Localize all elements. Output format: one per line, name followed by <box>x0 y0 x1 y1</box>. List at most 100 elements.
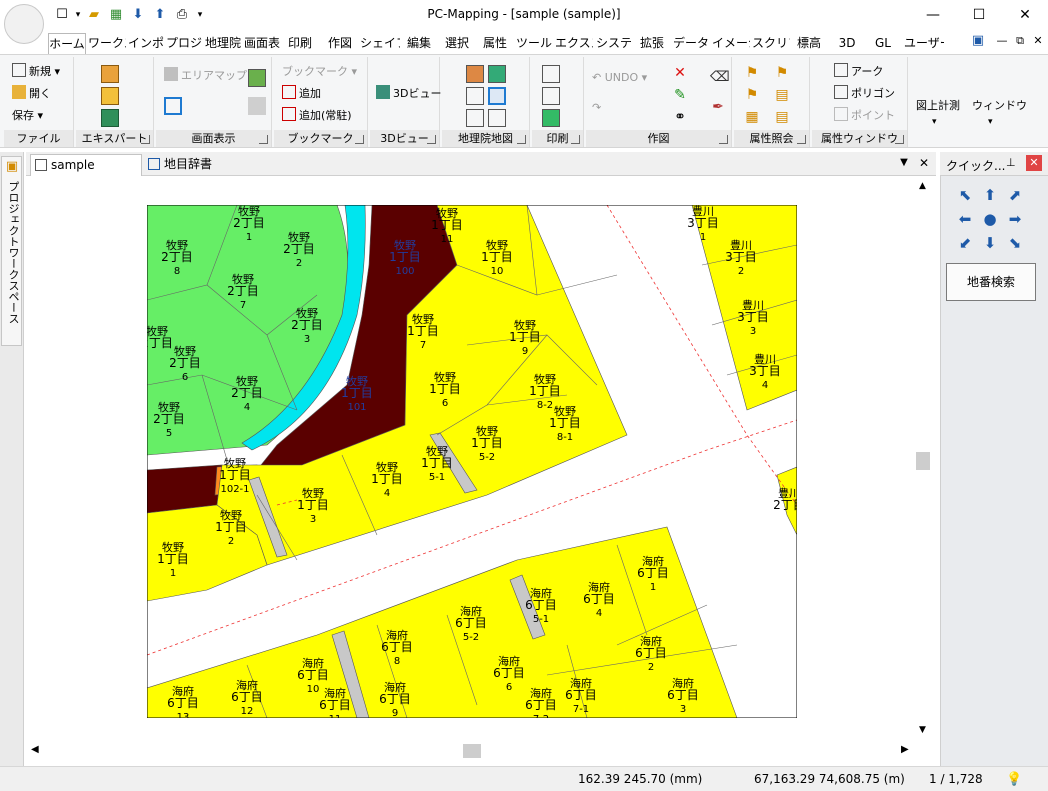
horizontal-scrollbar[interactable]: ◀ ▶ <box>27 742 914 760</box>
vertical-scroll-thumb[interactable] <box>916 452 930 470</box>
scroll-up-icon[interactable]: ▲ <box>919 181 926 191</box>
tab-extend[interactable]: 拡張 <box>635 33 669 54</box>
tab-tool[interactable]: ツール <box>516 33 552 54</box>
tab-user[interactable]: ユーザー <box>904 33 944 54</box>
box2-icon[interactable]: ▤ <box>774 109 790 125</box>
attr-window-launcher[interactable] <box>895 135 904 144</box>
gsi-grid-icon[interactable] <box>466 87 484 105</box>
scroll-down-icon[interactable]: ▼ <box>919 725 926 735</box>
tab-select[interactable]: 選択 <box>440 33 474 54</box>
doc-tab-dict[interactable]: 地目辞書 <box>144 154 220 176</box>
bookmark-add-resident-button[interactable]: 追加(常駐) <box>282 107 352 125</box>
pin-icon[interactable]: ⊥ <box>1006 156 1016 169</box>
new-button[interactable]: 新規 ▾ <box>12 63 60 81</box>
tab-draw[interactable]: 作図 <box>322 33 358 54</box>
group-measure[interactable]: 図上計測 ▾ <box>910 57 966 147</box>
lightbulb-icon[interactable]: 💡 <box>1006 772 1022 787</box>
vertical-scrollbar[interactable]: ▲ ▼ <box>914 177 932 742</box>
printer-icon[interactable] <box>542 109 560 127</box>
tab-list-dropdown-icon[interactable]: ▼ <box>896 155 912 171</box>
draw-launcher[interactable] <box>719 135 728 144</box>
fit-screen-icon[interactable] <box>164 97 182 115</box>
arc-button[interactable]: アーク <box>834 63 883 81</box>
pan-right-icon[interactable]: ➡ <box>1004 208 1026 230</box>
tab-edit[interactable]: 編集 <box>402 33 436 54</box>
gsi-photo-icon[interactable] <box>488 65 506 83</box>
undo-button[interactable]: ↶ UNDO ▾ <box>592 69 647 87</box>
tab-workspace[interactable]: ワークス <box>88 33 126 54</box>
tab-image[interactable]: イメージ <box>712 33 750 54</box>
doc-close-icon[interactable]: ✕ <box>916 155 932 171</box>
gsi-tile-icon[interactable] <box>466 109 484 127</box>
maximize-button[interactable]: ☐ <box>956 0 1002 30</box>
flag3-icon[interactable]: ⚑ <box>744 87 760 103</box>
tab-data[interactable]: データ <box>672 33 710 54</box>
app-menu-button[interactable] <box>4 4 44 44</box>
polygon-button[interactable]: ポリゴン <box>834 85 895 103</box>
ribbon-close-icon[interactable]: ✕ <box>1030 33 1046 49</box>
table-icon[interactable]: ▦ <box>744 109 760 125</box>
screen-launcher[interactable] <box>259 135 268 144</box>
expert-layers-icon[interactable] <box>101 87 119 105</box>
group-window[interactable]: ウィンドウ ▾ <box>968 57 1027 147</box>
print-launcher[interactable] <box>571 135 580 144</box>
pan-upleft-icon[interactable]: ⬉ <box>954 184 976 206</box>
pan-up-icon[interactable]: ⬆ <box>979 184 1001 206</box>
erase-cross-icon[interactable]: ✕ <box>672 65 688 81</box>
pen-green-icon[interactable]: ✎ <box>672 87 688 103</box>
pan-down-icon[interactable]: ⬇ <box>979 232 1001 254</box>
pan-downright-icon[interactable]: ⬊ <box>1004 232 1026 254</box>
tab-attribute[interactable]: 属性 <box>478 33 512 54</box>
flag2-icon[interactable]: ⚑ <box>774 65 790 81</box>
quick-panel-close-icon[interactable]: ✕ <box>1026 155 1042 171</box>
tab-project[interactable]: プロジ <box>166 33 202 54</box>
tab-system[interactable]: システ <box>595 33 633 54</box>
bookmark-dropdown[interactable]: ブックマーク ▾ <box>282 63 357 81</box>
tab-print[interactable]: 印刷 <box>282 33 318 54</box>
map-viewport[interactable]: 牧野 2丁目 1 牧野 2丁目 2 牧野 2丁目 3 牧野 2丁目 4 牧野 2丁目 5 牧野 2丁目 6 牧野 2丁… <box>27 177 935 765</box>
area-map-button[interactable]: エリアマップ <box>164 67 247 85</box>
pan-downleft-icon[interactable]: ⬋ <box>954 232 976 254</box>
minimize-button[interactable]: — <box>910 0 956 30</box>
tab-home[interactable]: ホーム <box>48 33 86 54</box>
3dview-launcher[interactable] <box>427 135 436 144</box>
tab-import[interactable]: インポ <box>128 33 164 54</box>
gsi-launcher[interactable] <box>517 135 526 144</box>
ribbon-restore-icon[interactable]: ⧉ <box>1012 33 1028 49</box>
pan-upright-icon[interactable]: ⬈ <box>1004 184 1026 206</box>
parcel-map[interactable]: 牧野2丁目1 牧野2丁目2牧野2丁目3牧野2丁目4牧野2丁目5牧野2丁目6牧野2丁… <box>147 205 797 718</box>
window-button[interactable]: ウィンドウ <box>972 97 1027 115</box>
tab-gl[interactable]: GL <box>868 33 898 54</box>
pan-center-icon[interactable]: ● <box>979 208 1001 230</box>
close-button[interactable]: ✕ <box>1002 0 1048 30</box>
eraser-icon[interactable]: ⌫ <box>710 69 730 85</box>
tab-gsi[interactable]: 地理院 <box>204 33 242 54</box>
3dview-button[interactable]: 3Dビュー <box>376 85 441 103</box>
lot-search-button[interactable]: 地番検索 <box>946 263 1036 301</box>
layer-color-icon[interactable] <box>248 69 266 87</box>
open-button[interactable]: 開く <box>12 85 51 103</box>
scroll-left-icon[interactable]: ◀ <box>31 744 39 755</box>
tab-script[interactable]: スクリプ <box>752 33 790 54</box>
measure-dropdown-icon[interactable]: ▾ <box>932 113 937 131</box>
print-preview-icon[interactable] <box>542 87 560 105</box>
pan-left-icon[interactable]: ⬅ <box>954 208 976 230</box>
gsi-map-icon[interactable] <box>466 65 484 83</box>
horizontal-scroll-thumb[interactable] <box>463 744 481 758</box>
save-button[interactable]: 保存 ▾ <box>12 107 43 125</box>
expert-monitor-icon[interactable] <box>101 109 119 127</box>
tab-shape[interactable]: シェイプ <box>360 33 400 54</box>
window-dropdown-icon[interactable]: ▾ <box>988 113 993 131</box>
tab-3d[interactable]: 3D <box>832 33 862 54</box>
measure-button[interactable]: 図上計測 <box>916 97 960 115</box>
doc-tab-sample[interactable]: sample (sample) <box>30 154 142 192</box>
bookmark-launcher[interactable] <box>355 135 364 144</box>
bookmark-add-button[interactable]: 追加 <box>282 85 321 103</box>
ribbon-minimize-icon[interactable]: — <box>994 33 1010 49</box>
vertex-icon[interactable]: ⚭ <box>672 109 688 125</box>
tab-screen[interactable]: 画面表 <box>244 33 280 54</box>
box-icon[interactable]: ▤ <box>774 87 790 103</box>
redo-button[interactable]: ↷ <box>592 99 601 117</box>
draw-pen-icon[interactable]: ✒ <box>710 99 726 115</box>
help-icon[interactable]: ▣ <box>970 33 986 49</box>
